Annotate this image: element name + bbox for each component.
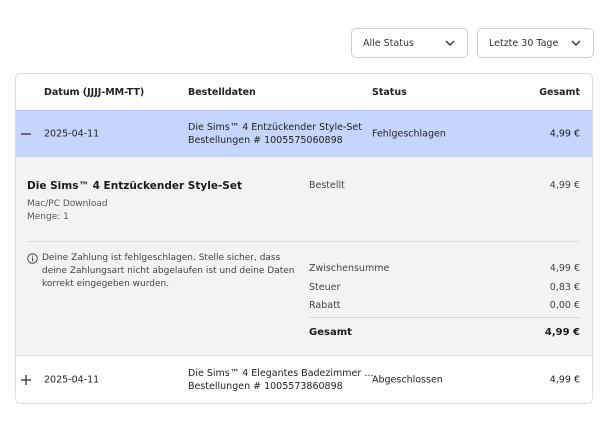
- row-date: 2025-04-11: [44, 128, 100, 140]
- expand-icon[interactable]: [20, 374, 32, 386]
- table-row[interactable]: 2025-04-11 Die Sims™ 4 Elegantes Badezim…: [16, 356, 592, 403]
- period-filter-select[interactable]: Letzte 30 Tage: [477, 28, 594, 58]
- row-order-info: Die Sims™ 4 Elegantes Badezimmer … Beste…: [188, 367, 374, 393]
- subtotal-label: Zwischensumme: [309, 263, 390, 274]
- detail-total-label: Gesamt: [309, 327, 352, 338]
- discount-value: 0,00 €: [549, 300, 580, 311]
- subtotal-value: 4,99 €: [549, 263, 580, 274]
- detail-ordered-value: 4,99 €: [549, 180, 580, 191]
- row-order-number: Bestellungen # 1005573860898: [188, 380, 343, 392]
- row-order-info: Die Sims™ 4 Entzückender Style-Set Beste…: [188, 121, 362, 147]
- header-date: Datum (JJJJ-MM-TT): [44, 86, 145, 98]
- row-product: Die Sims™ 4 Entzückender Style-Set: [188, 122, 362, 133]
- row-order-number: Bestellungen # 1005575060898: [188, 135, 343, 146]
- row-total: 4,99 €: [549, 374, 580, 385]
- detail-platform: Mac/PC Download: [27, 199, 108, 209]
- discount-label: Rabatt: [309, 300, 341, 311]
- row-date: 2025-04-11: [44, 374, 100, 385]
- tax-value: 0,83 €: [549, 282, 580, 293]
- divider: [309, 317, 580, 318]
- payment-warning-text: Deine Zahlung ist fehlgeschlagen. Stelle…: [42, 253, 295, 289]
- orders-table: Datum (JJJJ-MM-TT) Bestelldaten Status G…: [15, 73, 593, 404]
- payment-warning: Deine Zahlung ist fehlgeschlagen. Stelle…: [27, 252, 297, 291]
- row-status: Abgeschlossen: [372, 374, 443, 385]
- period-filter-value: Letzte 30 Tage: [489, 37, 559, 49]
- header-total: Gesamt: [539, 86, 580, 98]
- status-filter-select[interactable]: Alle Status: [351, 28, 468, 58]
- table-row[interactable]: 2025-04-11 Die Sims™ 4 Entzückender Styl…: [16, 110, 592, 157]
- status-filter-value: Alle Status: [363, 37, 414, 49]
- table-header: Datum (JJJJ-MM-TT) Bestelldaten Status G…: [16, 74, 592, 110]
- detail-quantity: Menge: 1: [27, 212, 69, 222]
- filter-bar: Alle Status Letzte 30 Tage: [351, 28, 594, 58]
- chevron-down-icon: [571, 40, 581, 46]
- header-order: Bestelldaten: [188, 86, 256, 98]
- detail-ordered-label: Bestellt: [309, 180, 345, 191]
- chevron-down-icon: [445, 40, 455, 46]
- row-product: Die Sims™ 4 Elegantes Badezimmer …: [188, 367, 374, 379]
- order-detail-panel: Die Sims™ 4 Entzückender Style-Set Mac/P…: [16, 157, 592, 356]
- detail-title: Die Sims™ 4 Entzückender Style-Set: [27, 180, 243, 192]
- header-status: Status: [372, 86, 407, 98]
- tax-label: Steuer: [309, 282, 341, 293]
- info-icon: [27, 253, 38, 264]
- row-status: Fehlgeschlagen: [372, 128, 446, 140]
- collapse-icon[interactable]: [20, 128, 32, 140]
- detail-total-value: 4,99 €: [544, 327, 580, 338]
- row-total: 4,99 €: [549, 128, 580, 140]
- divider: [27, 241, 580, 242]
